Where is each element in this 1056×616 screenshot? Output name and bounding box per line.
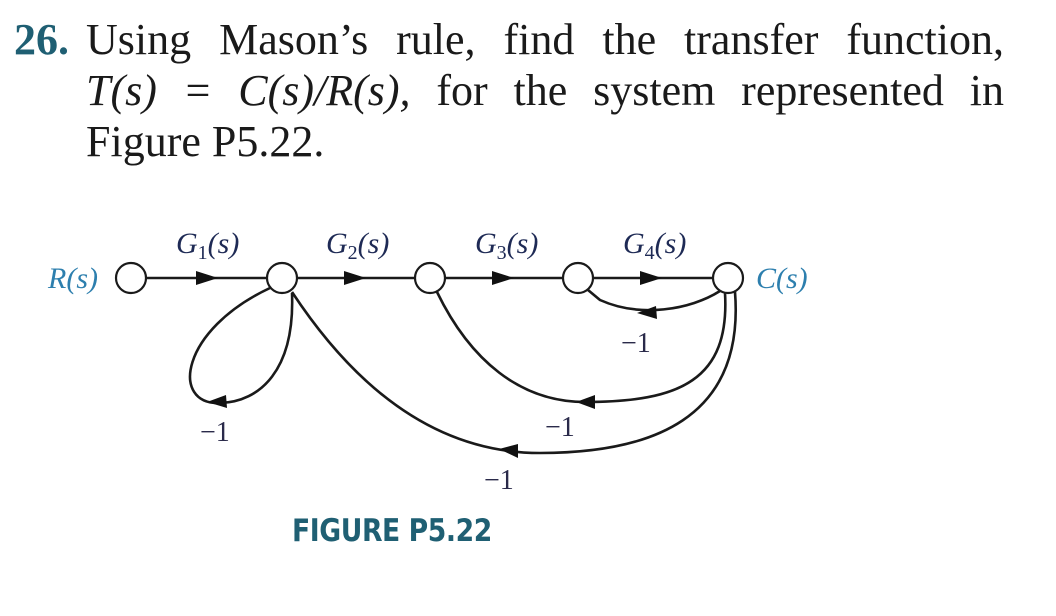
arrow-g3 bbox=[492, 271, 514, 285]
arrow-self-loop bbox=[207, 395, 227, 408]
gain-label-g4: G4(s) bbox=[623, 227, 686, 264]
gain-label-c-to-node2: −1 bbox=[484, 465, 514, 496]
gain-label-g2: G2(s) bbox=[326, 227, 389, 264]
node-input bbox=[114, 261, 148, 295]
arrow-g4 bbox=[640, 271, 662, 285]
node-2 bbox=[265, 261, 299, 295]
feedback-c-to-node2 bbox=[290, 291, 738, 455]
arrow-g1 bbox=[196, 271, 218, 285]
node-3 bbox=[413, 261, 447, 295]
figure-caption: FIGURE P5.22 bbox=[292, 513, 492, 549]
arrow-c-to-node3 bbox=[576, 395, 595, 409]
self-loop-node2 bbox=[188, 286, 294, 405]
node-4 bbox=[561, 261, 595, 295]
output-label: C(s) bbox=[756, 262, 808, 295]
input-label: R(s) bbox=[47, 262, 98, 295]
gain-label-g3: G3(s) bbox=[475, 227, 538, 264]
gain-label-self-loop: −1 bbox=[200, 417, 230, 448]
arrow-c-to-node4 bbox=[637, 306, 657, 319]
feedback-c-to-node3 bbox=[435, 291, 727, 404]
signal-flow-graph: R(s) C(s) G1(s) G2(s) G3(s) G4(s) −1 −1 … bbox=[47, 227, 808, 496]
gain-label-g1: G1(s) bbox=[176, 227, 239, 264]
arrow-g2 bbox=[344, 271, 366, 285]
gain-label-c-to-node4: −1 bbox=[621, 328, 651, 359]
gain-label-c-to-node3: −1 bbox=[545, 412, 575, 443]
node-output bbox=[711, 261, 745, 295]
